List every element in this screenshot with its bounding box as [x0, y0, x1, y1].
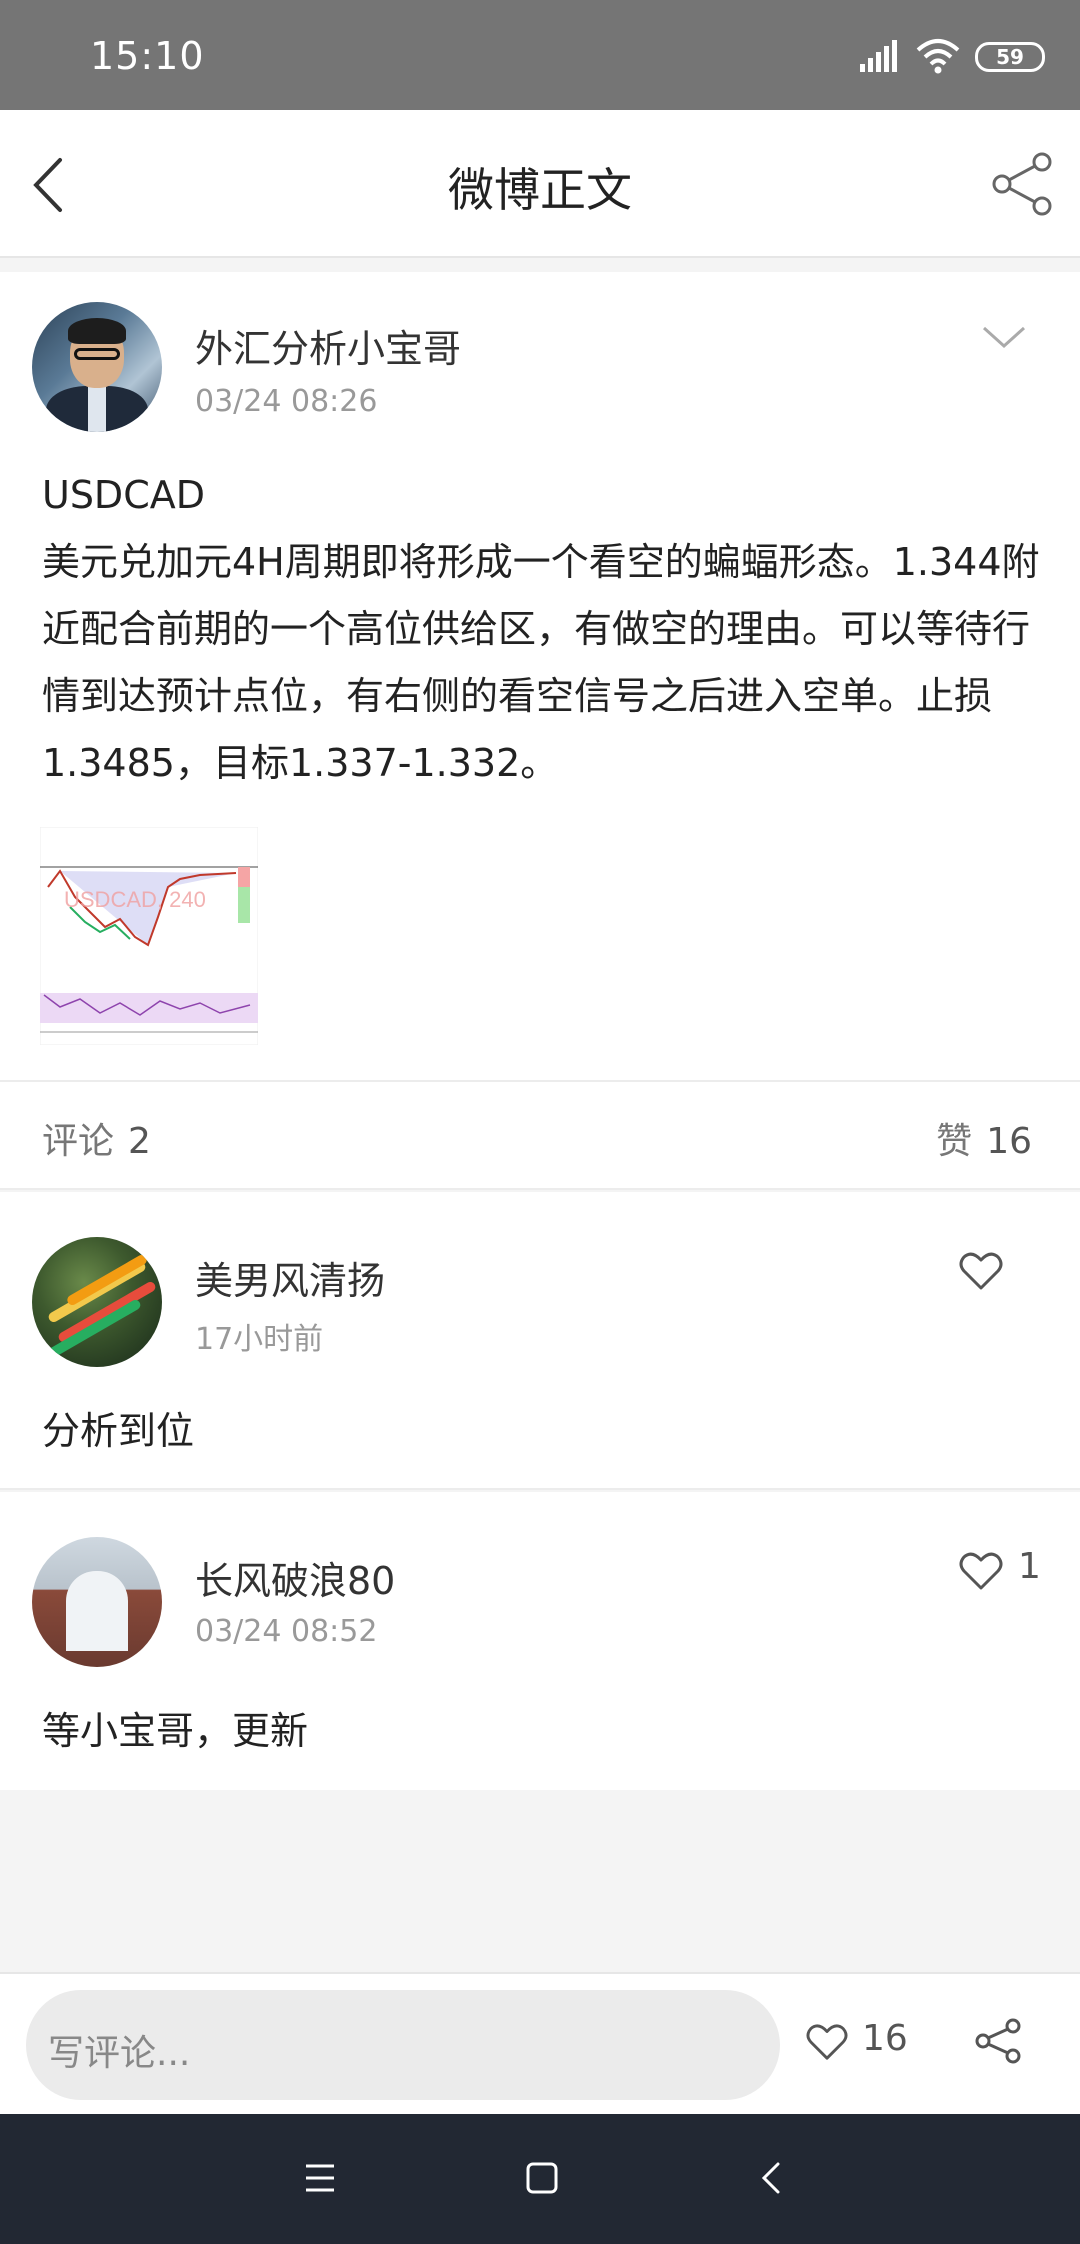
chevron-down-icon[interactable] — [980, 322, 1028, 352]
weibo-detail-page: 15:10 59 微博正文 外汇分析小宝哥 03/24 08:26 USDCAD… — [0, 0, 1080, 2244]
nav-back-icon[interactable] — [752, 2158, 792, 2198]
bottom-action-bar: 写评论... 16 — [0, 1972, 1080, 2114]
likes-label: 赞 — [936, 1121, 973, 1162]
author-avatar[interactable] — [32, 302, 162, 432]
comments-tab[interactable]: 评论 2 — [42, 1112, 151, 1164]
wifi-icon — [916, 39, 960, 74]
battery-level: 59 — [996, 45, 1024, 69]
commenter-avatar[interactable] — [32, 1237, 162, 1367]
heart-icon[interactable] — [958, 1250, 1004, 1292]
commenter-name[interactable]: 长风破浪80 — [195, 1550, 395, 1605]
comment-text: 等小宝哥，更新 — [42, 1709, 309, 1753]
post-card: 外汇分析小宝哥 03/24 08:26 USDCAD 美元兑加元4H周期即将形成… — [0, 272, 1080, 1080]
likes-tab[interactable]: 赞 16 — [936, 1112, 1032, 1164]
status-time: 15:10 — [90, 34, 205, 78]
comment-item: 长风破浪80 03/24 08:52 1 等小宝哥，更新 — [0, 1492, 1080, 1790]
post-author-name[interactable]: 外汇分析小宝哥 — [195, 318, 461, 373]
commenter-avatar[interactable] — [32, 1537, 162, 1667]
share-icon[interactable] — [990, 152, 1054, 216]
menu-icon[interactable] — [300, 2158, 340, 2198]
likes-count: 16 — [986, 1121, 1032, 1162]
post-chart-image[interactable]: USDCAD, 240 — [40, 827, 258, 1045]
post-text: 美元兑加元4H周期即将形成一个看空的蝙蝠形态。1.344附近配合前期的一个高位供… — [42, 540, 1040, 785]
comment-time: 03/24 08:52 — [195, 1614, 378, 1649]
comment-text: 分析到位 — [42, 1409, 195, 1453]
comments-count: 2 — [128, 1121, 151, 1162]
comments-label: 评论 — [42, 1121, 115, 1162]
page-title: 微博正文 — [448, 163, 632, 217]
comment-like-count: 1 — [1018, 1546, 1041, 1587]
share-icon[interactable] — [975, 2018, 1021, 2064]
avatar-hair — [68, 318, 126, 344]
post-stats-bar: 评论 2 赞 16 — [0, 1080, 1080, 1190]
avatar-arch — [66, 1571, 128, 1651]
like-count: 16 — [862, 2018, 908, 2059]
comment-time: 17小时前 — [195, 1322, 324, 1357]
battery-icon: 59 — [975, 42, 1045, 72]
comment-item: 美男风清扬 17小时前 分析到位 — [0, 1192, 1080, 1490]
commenter-name[interactable]: 美男风清扬 — [195, 1250, 385, 1305]
home-icon[interactable] — [522, 2158, 562, 2198]
avatar-kayak-green — [41, 1298, 143, 1362]
heart-icon[interactable] — [958, 1550, 1004, 1592]
heart-icon[interactable] — [805, 2022, 849, 2062]
system-nav-bar — [0, 2114, 1080, 2244]
comment-input[interactable]: 写评论... — [26, 1990, 780, 2100]
post-content: USDCAD 美元兑加元4H周期即将形成一个看空的蝙蝠形态。1.344附近配合前… — [42, 462, 1042, 797]
status-bar: 15:10 59 — [0, 0, 1080, 110]
post-time: 03/24 08:26 — [195, 384, 378, 419]
signal-icon — [860, 40, 897, 72]
avatar-shirt — [88, 386, 106, 432]
avatar-glasses — [74, 348, 120, 360]
chart-watermark: USDCAD, 240 — [64, 887, 206, 912]
post-symbol: USDCAD — [42, 473, 205, 517]
top-header: 微博正文 — [0, 110, 1080, 258]
